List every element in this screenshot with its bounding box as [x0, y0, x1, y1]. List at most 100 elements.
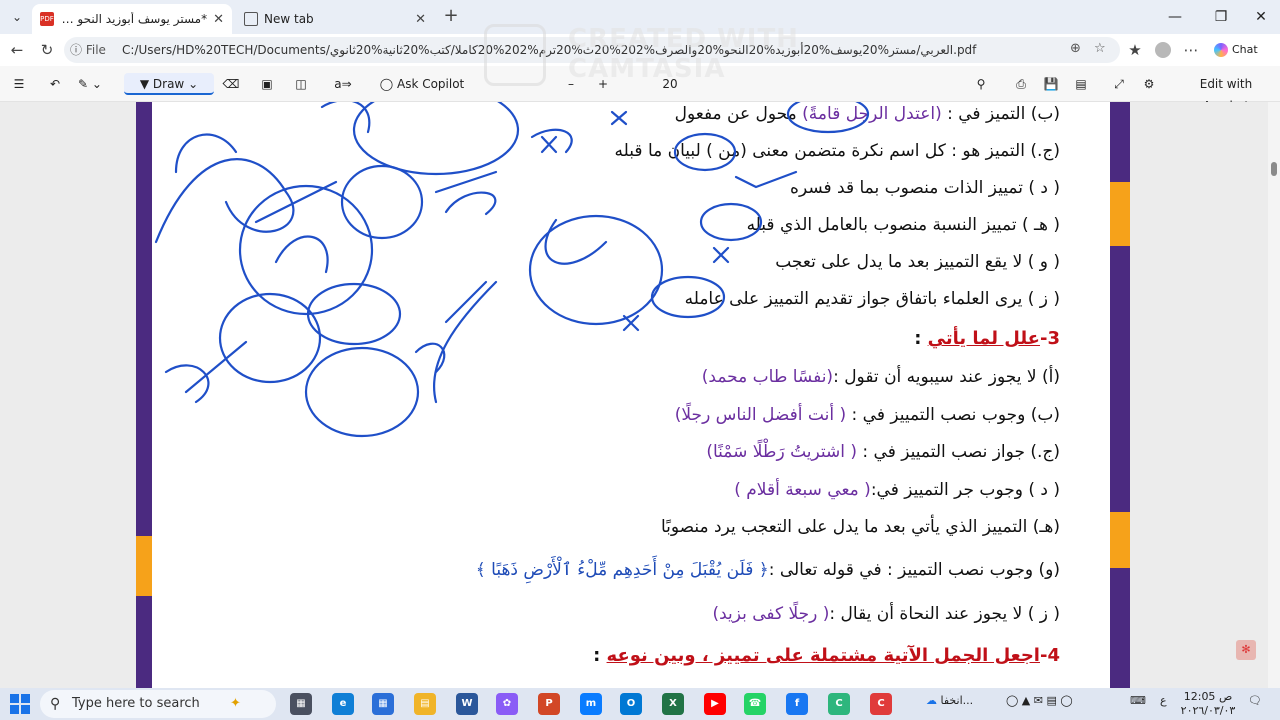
clock-date: ٢٠٢٦/٠٣/٠٣: [1180, 704, 1236, 717]
recorder-icon[interactable]: C: [870, 693, 892, 715]
ask-copilot-button[interactable]: ◯ Ask Copilot: [374, 73, 470, 95]
draw-button[interactable]: ▼ Draw ⌄: [124, 73, 214, 95]
answer-line-b: (ب) التميز في : (اعتدل الرجل قامةً) محول…: [674, 104, 1060, 124]
pdf-page: (ب) التميز في : (اعتدل الرجل قامةً) محول…: [136, 102, 1130, 688]
answer-line-z: ( ز ) يرى العلماء باتفاق جواز تقديم التم…: [684, 289, 1060, 309]
sparkle-icon: ✦: [230, 696, 241, 711]
zoom-out-icon[interactable]: –: [560, 73, 582, 95]
messenger-icon[interactable]: m: [580, 693, 602, 715]
page-view-icon[interactable]: ◫: [290, 73, 312, 95]
ink-stroke-3: [320, 102, 371, 134]
word-icon[interactable]: W: [456, 693, 478, 715]
powerpoint-icon[interactable]: P: [538, 693, 560, 715]
file-explorer-icon[interactable]: ▤: [414, 693, 436, 715]
search-icon: ⚲: [50, 696, 61, 712]
avatar[interactable]: [1152, 39, 1174, 61]
save-as-icon[interactable]: ▤: [1070, 73, 1092, 95]
tab-title: New tab: [264, 12, 314, 26]
section-4-heading: 4-اجعل الجمل الآتية مشتملة على تمييز ، و…: [593, 645, 1060, 666]
expand-icon[interactable]: ⤢: [1108, 73, 1130, 95]
chat-label: Chat: [1232, 43, 1258, 56]
search-icon[interactable]: ⚲: [970, 73, 992, 95]
excel-icon[interactable]: X: [662, 693, 684, 715]
minimize-button[interactable]: —: [1160, 6, 1190, 28]
eraser-icon[interactable]: ⌫: [220, 73, 242, 95]
copilot-chat-button[interactable]: Chat: [1214, 39, 1274, 61]
tray-icons[interactable]: ◯ ▲ ✉ ▤ ◯: [1006, 694, 1073, 707]
ink-stroke-1: [154, 158, 295, 244]
vertical-scrollbar[interactable]: [1268, 102, 1280, 688]
print-icon[interactable]: ⎙: [1010, 73, 1032, 95]
reason-line-j: (ج.) جواز نصب التمييز في : ( اشتريتُ رَط…: [706, 442, 1060, 462]
weather-icon: ☁: [926, 694, 937, 707]
ink-stroke-6: [544, 218, 608, 265]
ink-circle-5: [218, 292, 322, 384]
ink-x-2: [610, 110, 628, 126]
ink-stroke-7: [433, 280, 498, 404]
weather-widget[interactable]: ☁ انخفا...: [926, 694, 973, 707]
tab-title: *مستر يوسف أبوزيد النحو والصرف 2: [60, 12, 208, 26]
page-number[interactable]: 20: [656, 73, 684, 95]
contents-icon[interactable]: ☰: [8, 73, 30, 95]
ink-x-3: [712, 246, 730, 264]
settings-icon[interactable]: ⚙: [1138, 73, 1160, 95]
ink-circle-4: [528, 214, 664, 326]
input-language[interactable]: ع: [1160, 694, 1167, 707]
pdf-toolbar: ☰ ↶ ✎ ⌄ ▼ Draw ⌄ ⌫ ▣ ◫ a⇒ ◯ Ask Copilot …: [0, 66, 1280, 113]
task-view-icon[interactable]: ▦: [290, 693, 312, 715]
highlight-icon[interactable]: ✎ ⌄: [72, 73, 108, 95]
outlook-icon[interactable]: O: [620, 693, 642, 715]
ink-circle-3: [340, 164, 424, 240]
close-icon[interactable]: ✕: [213, 12, 224, 27]
zoom-icon[interactable]: ⊕: [1070, 41, 1081, 56]
notifications-icon[interactable]: 🗨: [1248, 694, 1262, 707]
taskbar-search[interactable]: ⚲ Type here to search ✦: [40, 690, 276, 718]
url-text[interactable]: C:/Users/HD%20TECH/Documents/العربي/مستر…: [122, 41, 1062, 59]
taskbar: ⚲ Type here to search ✦ ▦ e ▦ ▤ W ✿ P m O …: [0, 688, 1280, 720]
ink-circle-7: [304, 346, 420, 438]
youtube-icon[interactable]: ▶: [704, 693, 726, 715]
zoom-in-icon[interactable]: +: [592, 73, 614, 95]
new-tab-button[interactable]: +: [440, 6, 462, 28]
camtasia-icon[interactable]: C: [828, 693, 850, 715]
save-icon[interactable]: 💾: [1040, 73, 1062, 95]
keyboard-icon[interactable]: ⌨: [1130, 694, 1146, 707]
maximize-button[interactable]: ❐: [1206, 6, 1236, 28]
ask-copilot-label: Ask Copilot: [396, 77, 465, 91]
whatsapp-icon[interactable]: ☎: [744, 693, 766, 715]
tab-list-button[interactable]: ⌄: [6, 6, 28, 28]
acrobat-float-icon[interactable]: ✻: [1236, 640, 1256, 660]
star-icon[interactable]: ☆: [1094, 41, 1106, 56]
pdf-viewer[interactable]: (ب) التميز في : (اعتدل الرجل قامةً) محول…: [0, 102, 1268, 688]
more-icon[interactable]: ⋯: [1180, 39, 1202, 61]
window-close-button[interactable]: ✕: [1246, 6, 1276, 28]
close-icon[interactable]: ✕: [415, 12, 426, 27]
edit-with-acrobat-button[interactable]: Edit with Acrobat: [1176, 73, 1276, 113]
page-right-border: [1110, 102, 1130, 688]
facebook-icon[interactable]: f: [786, 693, 808, 715]
ink-stroke-5: [434, 170, 498, 216]
address-bar[interactable]: ⓘ File C:/Users/HD%20TECH/Documents/العر…: [64, 37, 1120, 63]
store-icon[interactable]: ▦: [372, 693, 394, 715]
ink-circle-1: [352, 102, 520, 176]
windows-start-icon[interactable]: [10, 694, 30, 714]
reload-icon[interactable]: ↻: [36, 39, 58, 61]
ink-x-4: [622, 314, 640, 332]
favorites-icon[interactable]: ★: [1124, 39, 1146, 61]
ink-circle-6: [306, 282, 402, 346]
copilot-app-icon[interactable]: ✿: [496, 693, 518, 715]
site-info[interactable]: ⓘ File: [70, 41, 120, 59]
system-clock[interactable]: 12:05 ص ٢٠٢٦/٠٣/٠٣: [1180, 690, 1236, 718]
scrollbar-thumb[interactable]: [1271, 162, 1277, 176]
read-aloud-icon[interactable]: a⇒: [332, 73, 354, 95]
tab-strip: ⌄ PDF *مستر يوسف أبوزيد النحو والصرف 2 ✕…: [0, 0, 1280, 34]
back-icon[interactable]: ←: [6, 39, 28, 61]
search-placeholder: Type here to search: [72, 696, 200, 711]
section-3-heading: 3-علل لما يأتي :: [914, 328, 1060, 349]
text-box-icon[interactable]: ▣: [256, 73, 278, 95]
edge-icon[interactable]: e: [332, 693, 354, 715]
tab-pdf[interactable]: PDF *مستر يوسف أبوزيد النحو والصرف 2 ✕: [32, 4, 232, 34]
reason-line-d: ( د ) وجوب جر التمييز في:( معي سبعة أقلا…: [734, 480, 1060, 500]
tab-new[interactable]: New tab ✕: [236, 4, 434, 34]
undo-icon[interactable]: ↶: [44, 73, 66, 95]
